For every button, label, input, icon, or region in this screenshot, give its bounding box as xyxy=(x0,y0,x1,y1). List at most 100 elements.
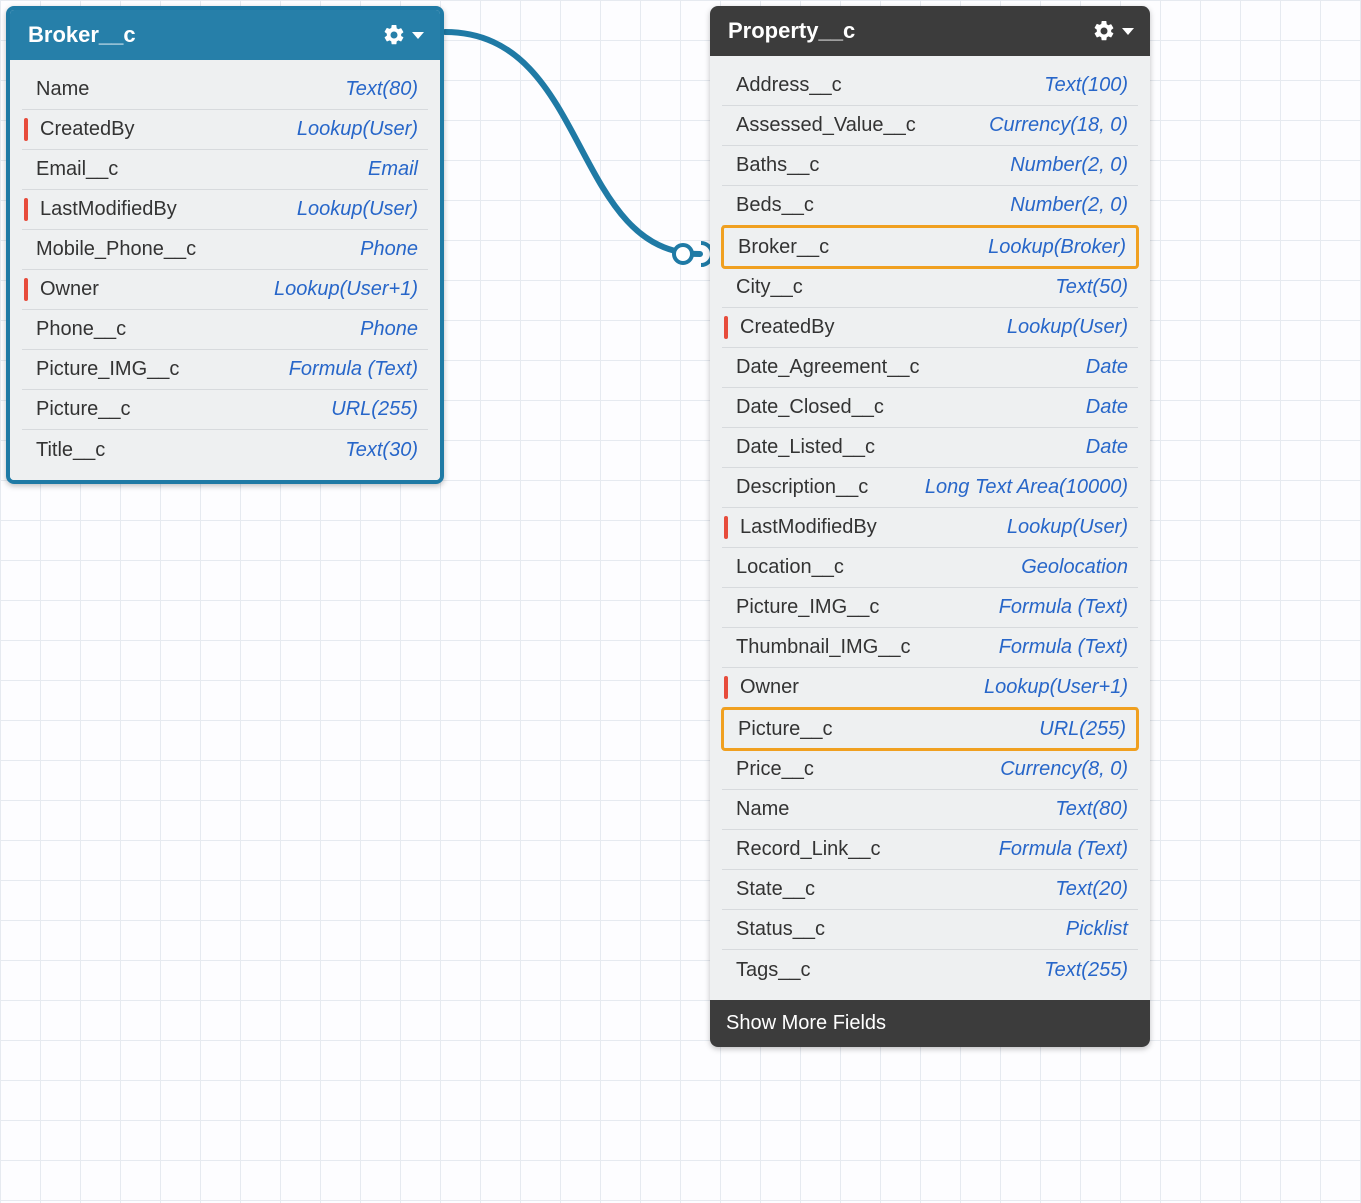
field-name: Address__c xyxy=(732,74,842,97)
field-name: Tags__c xyxy=(732,959,811,982)
field-name: Baths__c xyxy=(732,154,819,177)
field-name: Date_Agreement__c xyxy=(732,356,919,379)
field-type: Text(80) xyxy=(1055,798,1128,821)
field-name: LastModifiedBy xyxy=(32,198,177,221)
field-name: Broker__c xyxy=(734,236,829,259)
property-field-row[interactable]: City__cText(50) xyxy=(722,268,1138,308)
property-field-row[interactable]: Tags__c Text(255) xyxy=(722,950,1138,990)
broker-object-card[interactable]: Broker__c Name Text(80) CreatedBy Lookup(Us… xyxy=(6,6,444,484)
show-more-fields-button[interactable]: Show More Fields xyxy=(710,1000,1150,1047)
property-field-row[interactable]: Price__cCurrency(8, 0) xyxy=(722,750,1138,790)
property-field-row[interactable]: State__cText(20) xyxy=(722,870,1138,910)
broker-field-row[interactable]: Email__c Email xyxy=(22,150,428,190)
property-field-row[interactable]: CreatedByLookup(User) xyxy=(722,308,1138,348)
property-field-row[interactable]: Date_Closed__c Date xyxy=(722,388,1138,428)
field-name: Title__c xyxy=(32,439,105,462)
property-field-row[interactable]: LastModifiedByLookup(User) xyxy=(722,508,1138,548)
field-type: Currency(8, 0) xyxy=(1000,758,1128,781)
field-name: Name xyxy=(732,798,789,821)
field-type: Formula (Text) xyxy=(999,596,1128,619)
field-name: LastModifiedBy xyxy=(732,516,877,539)
property-field-row[interactable]: Address__cText(100) xyxy=(722,66,1138,106)
property-field-row[interactable]: Status__c Picklist xyxy=(722,910,1138,950)
broker-field-row[interactable]: CreatedBy Lookup(User) xyxy=(22,110,428,150)
gear-icon xyxy=(1092,19,1116,43)
field-name: Beds__c xyxy=(732,194,814,217)
field-name: Phone__c xyxy=(32,318,126,341)
broker-card-title: Broker__c xyxy=(28,22,136,48)
broker-field-row[interactable]: Name Text(80) xyxy=(22,70,428,110)
field-name: Name xyxy=(32,78,89,101)
broker-field-row[interactable]: Phone__c Phone xyxy=(22,310,428,350)
field-name: Status__c xyxy=(732,918,825,941)
field-type: URL(255) xyxy=(331,398,418,421)
field-type: Lookup(User+1) xyxy=(984,676,1128,699)
field-type: Formula (Text) xyxy=(999,838,1128,861)
property-field-row[interactable]: Baths__c Number(2, 0) xyxy=(722,146,1138,186)
field-type: Lookup(Broker) xyxy=(988,236,1126,259)
broker-field-list: Name Text(80) CreatedBy Lookup(User) Email__… xyxy=(10,60,440,480)
field-name: Picture_IMG__c xyxy=(32,358,179,381)
field-name: State__c xyxy=(732,878,815,901)
property-card-header[interactable]: Property__c xyxy=(710,6,1150,56)
property-field-row[interactable]: Picture__cURL(255) xyxy=(721,707,1139,751)
field-type: Phone xyxy=(360,238,418,261)
field-type: Picklist xyxy=(1066,918,1128,941)
field-type: Lookup(User+1) xyxy=(274,278,418,301)
field-name: Picture__c xyxy=(32,398,131,421)
property-field-row[interactable]: Owner Lookup(User+1) xyxy=(722,668,1138,708)
property-field-row[interactable]: Record_Link__cFormula (Text) xyxy=(722,830,1138,870)
field-type: Geolocation xyxy=(1021,556,1128,579)
field-type: URL(255) xyxy=(1039,718,1126,741)
broker-field-row[interactable]: Owner Lookup(User+1) xyxy=(22,270,428,310)
property-field-row[interactable]: Beds__c Number(2, 0) xyxy=(722,186,1138,226)
gear-icon xyxy=(382,23,406,47)
field-type: Currency(18, 0) xyxy=(989,114,1128,137)
broker-field-row[interactable]: Picture_IMG__cFormula (Text) xyxy=(22,350,428,390)
field-type: Number(2, 0) xyxy=(1010,194,1128,217)
field-name: Location__c xyxy=(732,556,844,579)
field-type: Lookup(User) xyxy=(297,118,418,141)
field-name: City__c xyxy=(732,276,803,299)
property-field-row[interactable]: Picture_IMG__c Formula (Text) xyxy=(722,588,1138,628)
field-name: Date_Closed__c xyxy=(732,396,884,419)
broker-field-row[interactable]: Mobile_Phone__c Phone xyxy=(22,230,428,270)
field-type: Email xyxy=(368,158,418,181)
field-name: CreatedBy xyxy=(732,316,835,339)
property-field-row[interactable]: Assessed_Value__cCurrency(18, 0) xyxy=(722,106,1138,146)
field-name: Picture_IMG__c xyxy=(732,596,879,619)
property-field-row[interactable]: Name Text(80) xyxy=(722,790,1138,830)
broker-field-row[interactable]: Title__cText(30) xyxy=(22,430,428,470)
property-field-list: Address__cText(100)Assessed_Value__cCurr… xyxy=(710,56,1150,1000)
property-object-card[interactable]: Property__c Address__cText(100)Assessed_… xyxy=(710,6,1150,1047)
field-type: Formula (Text) xyxy=(999,636,1128,659)
field-type: Number(2, 0) xyxy=(1010,154,1128,177)
property-field-row[interactable]: Location__c Geolocation xyxy=(722,548,1138,588)
field-name: Owner xyxy=(32,278,99,301)
field-type: Phone xyxy=(360,318,418,341)
broker-field-row[interactable]: LastModifiedByLookup(User) xyxy=(22,190,428,230)
field-name: Date_Listed__c xyxy=(732,436,875,459)
field-type: Text(255) xyxy=(1044,959,1128,982)
field-name: CreatedBy xyxy=(32,118,135,141)
field-type: Long Text Area(10000) xyxy=(925,476,1128,499)
property-field-row[interactable]: Broker__c Lookup(Broker) xyxy=(721,225,1139,269)
field-name: Mobile_Phone__c xyxy=(32,238,196,261)
field-name: Email__c xyxy=(32,158,118,181)
field-name: Thumbnail_IMG__c xyxy=(732,636,911,659)
caret-down-icon xyxy=(412,32,424,39)
property-card-title: Property__c xyxy=(728,18,855,44)
property-field-row[interactable]: Date_Agreement__cDate xyxy=(722,348,1138,388)
property-field-row[interactable]: Date_Listed__cDate xyxy=(722,428,1138,468)
broker-card-header[interactable]: Broker__c xyxy=(10,10,440,60)
field-name: Owner xyxy=(732,676,799,699)
field-type: Text(80) xyxy=(345,78,418,101)
field-name: Description__c xyxy=(732,476,868,499)
property-field-row[interactable]: Thumbnail_IMG__c Formula (Text) xyxy=(722,628,1138,668)
broker-gear-menu[interactable] xyxy=(382,23,424,47)
property-gear-menu[interactable] xyxy=(1092,19,1134,43)
broker-field-row[interactable]: Picture__c URL(255) xyxy=(22,390,428,430)
caret-down-icon xyxy=(1122,28,1134,35)
field-type: Date xyxy=(1086,396,1128,419)
property-field-row[interactable]: Description__c Long Text Area(10000) xyxy=(722,468,1138,508)
